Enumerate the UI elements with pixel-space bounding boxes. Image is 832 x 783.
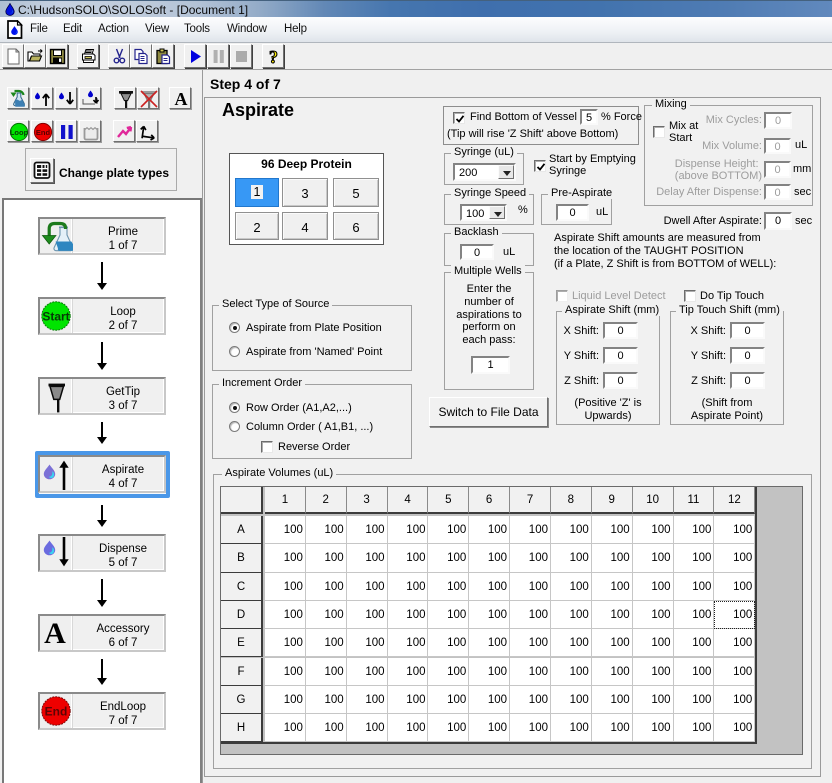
svg-text:End: End <box>45 705 68 719</box>
svg-text:Start: Start <box>42 310 69 324</box>
svg-text:A: A <box>175 89 188 109</box>
svg-text:?: ? <box>269 48 278 65</box>
svg-text:Loop: Loop <box>10 128 29 137</box>
svg-text:End: End <box>36 128 51 137</box>
svg-text:A: A <box>44 617 66 650</box>
